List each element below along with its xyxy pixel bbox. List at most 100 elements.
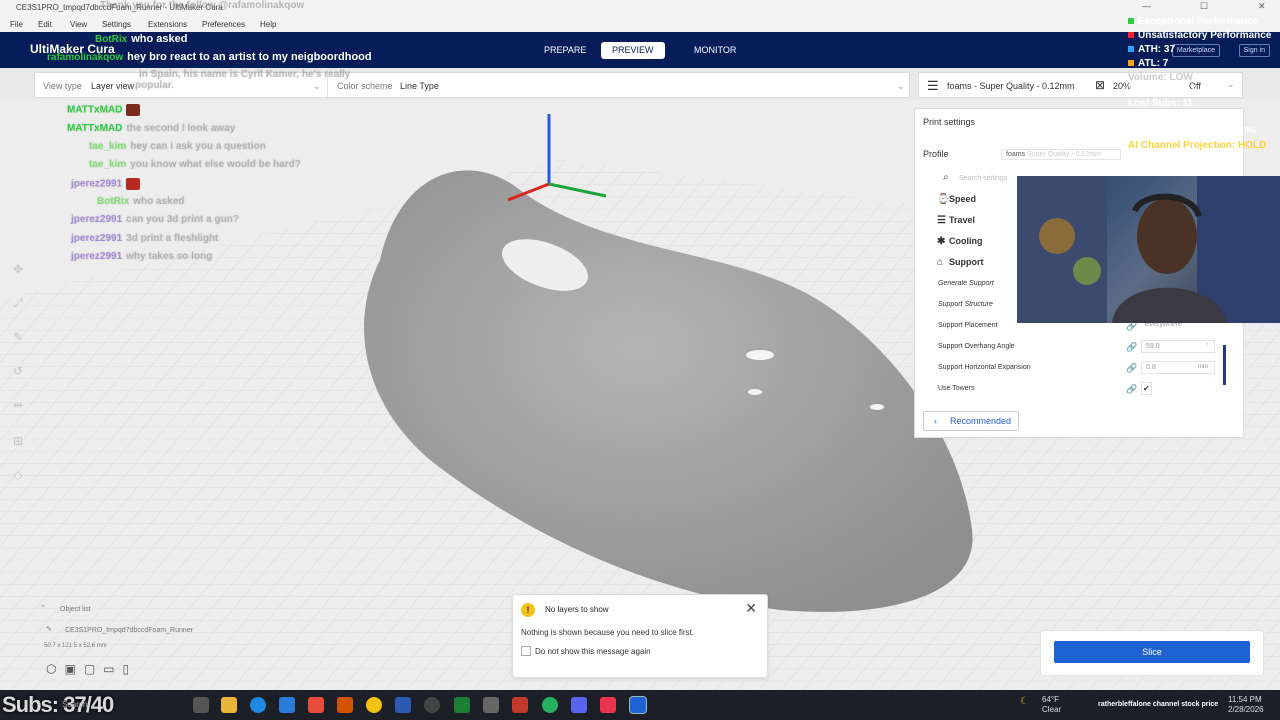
menu-file[interactable]: File — [10, 20, 23, 29]
weather-condition: Clear — [1042, 705, 1062, 714]
infill-icon: ⊠ — [1095, 78, 1106, 92]
slice-button[interactable]: Slice — [1054, 641, 1250, 663]
view-type-label: View type — [43, 81, 82, 91]
stat-exceptional: Exceptional Performance — [1128, 16, 1258, 27]
word-icon[interactable] — [395, 697, 411, 713]
chevron-up-icon[interactable]: ⌃ — [40, 604, 46, 612]
subsection-support-structure[interactable]: Support Structure — [938, 301, 993, 308]
tab-preview[interactable]: PREVIEW — [601, 42, 665, 59]
chat-message: jperez2991 can you 3d print a gun? — [71, 214, 239, 225]
color-scheme-dropdown[interactable]: Line Type — [400, 81, 439, 91]
subsection-generate-support[interactable]: Generate Support — [938, 280, 994, 287]
file-explorer-icon[interactable] — [221, 697, 237, 713]
chrome-icon[interactable] — [542, 697, 558, 713]
follow-alert: Thank you for the follow @rafamolinakqow — [100, 0, 305, 11]
app-icon[interactable] — [483, 697, 499, 713]
recommended-button[interactable]: ‹ Recommended — [923, 411, 1019, 431]
subs-goal-overlay: Subs: 37/40 — [2, 692, 114, 717]
category-travel[interactable]: ☰ Travel — [937, 215, 975, 226]
weather-temp: 64°F — [1042, 695, 1059, 704]
close-window-icon[interactable]: ✕ — [1258, 1, 1266, 12]
print-settings-title: Print settings — [923, 117, 976, 127]
app-icon[interactable] — [337, 697, 353, 713]
setting-support-placement: Support Placement 🔗 Everywhere — [938, 321, 1228, 331]
tab-monitor[interactable]: MONITOR — [683, 42, 747, 59]
close-icon[interactable]: ✕ — [745, 600, 757, 617]
emote-icon — [126, 104, 141, 116]
view-type-dropdown[interactable]: Layer view — [91, 81, 134, 91]
search-settings-input[interactable]: Search settings — [959, 175, 1007, 182]
tab-prepare[interactable]: PREPARE — [533, 42, 597, 59]
link-icon[interactable]: 🔗 — [1126, 342, 1137, 353]
store-icon[interactable] — [279, 697, 295, 713]
clock-date[interactable]: 2/28/2026 — [1228, 705, 1264, 714]
mirror-tool-icon[interactable]: ⇹ — [10, 398, 26, 414]
task-view-icon[interactable] — [193, 697, 209, 713]
per-model-settings-icon[interactable]: ⊞ — [10, 434, 26, 450]
warning-icon: ! — [521, 603, 535, 617]
support-blocker-icon[interactable]: ◇ — [10, 468, 26, 484]
object-list-title[interactable]: Object list — [60, 606, 91, 613]
edit-icon[interactable]: ✎ — [46, 625, 52, 633]
chat-message: jperez2991 why takes so long — [71, 251, 213, 262]
category-cooling[interactable]: ✱ Cooling — [937, 236, 983, 247]
cura-icon[interactable] — [629, 696, 647, 714]
clock-time[interactable]: 11:54 PM — [1228, 695, 1262, 704]
chevron-down-icon[interactable]: ⌄ — [897, 81, 905, 92]
setting-use-towers: Use Towers 🔗 ✔ — [938, 382, 1228, 395]
category-support[interactable]: ⌂ Support — [937, 257, 984, 268]
no-layers-popup: ! No layers to show ✕ Nothing is shown b… — [512, 594, 768, 678]
chrome-icon[interactable] — [366, 697, 382, 713]
app-icon[interactable] — [308, 697, 324, 713]
stat-unsatisfactory: Unsatisfactory Performance — [1128, 30, 1271, 41]
stat-lost-subs: Lost Subs: 11 — [1128, 98, 1194, 109]
maps-icon[interactable] — [512, 697, 528, 713]
overhang-angle-input[interactable]: 59.0 ° — [1141, 340, 1215, 353]
music-icon[interactable] — [600, 697, 616, 713]
search-icon: ⌕ — [943, 172, 949, 183]
green-dot-icon — [1128, 18, 1134, 24]
taskbar-search[interactable]: Search — [62, 700, 87, 709]
use-towers-checkbox[interactable]: ✔ — [1141, 382, 1152, 395]
scale-tool-icon[interactable]: ⤢ — [10, 296, 26, 312]
maximize-icon[interactable]: ☐ — [1200, 1, 1208, 12]
discord-icon[interactable] — [571, 697, 587, 713]
rotate-tool-icon[interactable]: ✎ — [10, 330, 26, 346]
menu-view[interactable]: View — [70, 20, 87, 29]
category-speed[interactable]: ⌚Speed — [937, 194, 976, 205]
menu-edit[interactable]: Edit — [38, 20, 52, 29]
xbox-icon[interactable] — [454, 697, 470, 713]
view-orientation-icons[interactable]: ⬡▣▢▭▯ — [46, 662, 137, 676]
chat-message: tae_kim hey can i ask you a question — [89, 141, 266, 152]
menu-extensions[interactable]: Extensions — [148, 20, 187, 29]
model-vent — [870, 404, 884, 410]
streamer-webcam — [1017, 176, 1280, 323]
settings-scrollbar[interactable] — [1223, 345, 1226, 385]
setting-overhang-angle: Support Overhang Angle 🔗 59.0 ° — [938, 340, 1228, 353]
webcam-image — [1017, 176, 1280, 323]
edge-icon[interactable] — [250, 697, 266, 713]
object-filename[interactable]: CE3S1PRO_tmpqd7dbccdFoam_Runner — [65, 627, 193, 634]
github-icon[interactable] — [424, 697, 440, 713]
menu-preferences[interactable]: Preferences — [202, 20, 245, 29]
profile-dropdown[interactable]: foams Super Quality - 0.12mm — [1001, 149, 1121, 160]
model-vent — [748, 389, 762, 395]
move-tool-icon[interactable]: ✥ — [10, 262, 26, 278]
link-icon[interactable]: 🔗 — [1126, 363, 1137, 374]
minimize-icon[interactable]: — — [1142, 1, 1151, 11]
orange-dot-icon — [1128, 60, 1134, 66]
horizontal-expansion-input[interactable]: 0.8 mm — [1141, 361, 1215, 374]
chevron-left-icon: ‹ — [934, 416, 937, 426]
menu-help[interactable]: Help — [260, 20, 276, 29]
undo-icon[interactable]: ↺ — [10, 364, 26, 380]
stat-total-subs: Total Subs: 37 — [1128, 84, 1196, 95]
red-dot-icon — [1128, 32, 1134, 38]
emote-icon — [126, 178, 141, 190]
stat-ath: ATH: 37 — [1128, 44, 1175, 55]
dont-show-checkbox[interactable] — [521, 646, 531, 656]
chat-message: BotRix who asked — [95, 33, 188, 45]
link-icon[interactable]: 🔗 — [1126, 384, 1137, 395]
dont-show-label[interactable]: Do not show this message again — [535, 647, 651, 656]
stock-ticker: ratherbleffalone channel stock price — [1098, 701, 1219, 708]
menu-settings[interactable]: Settings — [102, 20, 131, 29]
